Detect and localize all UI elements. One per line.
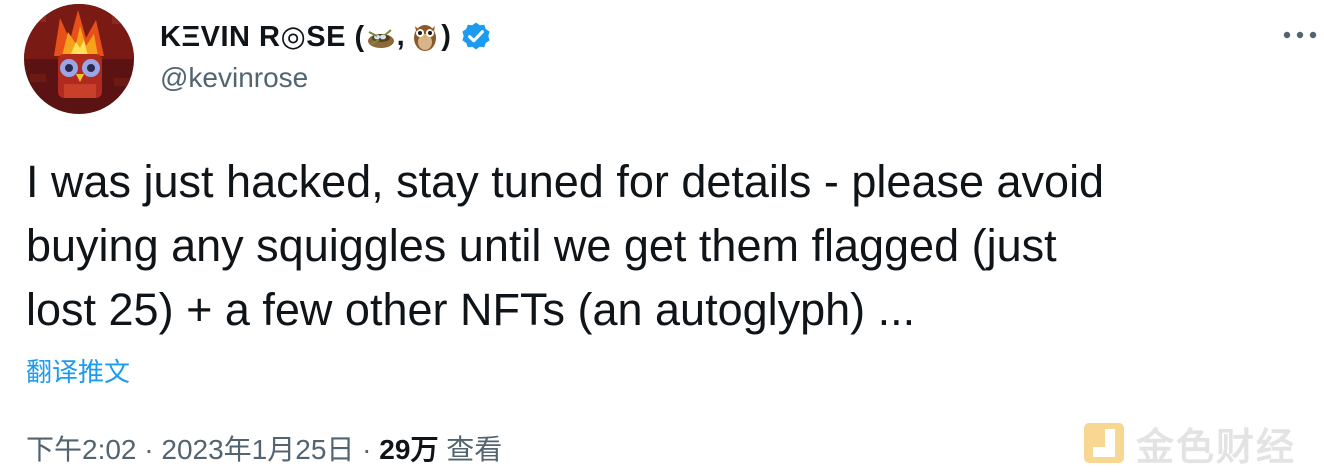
display-name-suffix: ) — [441, 19, 452, 52]
tweet-line-1: I was just hacked, stay tuned for detail… — [26, 156, 1105, 207]
views-count: 29万 — [379, 434, 439, 465]
owl-on-fire-avatar-icon — [24, 4, 134, 114]
tweet-time[interactable]: 下午2:02 — [26, 434, 137, 465]
tweet-date[interactable]: 2023年1月25日 — [161, 434, 354, 465]
owl-icon — [414, 25, 437, 51]
nest-icon — [367, 29, 394, 48]
display-name[interactable]: KΞVIN R◎SE ( , ) — [160, 19, 451, 54]
author-handle[interactable]: @kevinrose — [160, 62, 308, 94]
watermark-text: 金色财经 — [1136, 426, 1297, 469]
tweet-text: I was just hacked, stay tuned for detail… — [26, 150, 1316, 342]
meta-separator: · — [136, 434, 162, 465]
author-name-row[interactable]: KΞVIN R◎SE ( , ) — [160, 16, 493, 56]
watermark-logo-icon — [1084, 423, 1124, 463]
display-name-separator: , — [396, 19, 406, 52]
translate-tweet-link[interactable]: 翻译推文 — [26, 352, 130, 389]
meta-separator: · — [354, 434, 380, 465]
author-avatar[interactable] — [24, 4, 134, 114]
tweet-meta: 下午2:02 · 2023年1月25日 · 29万 查看 — [26, 428, 502, 468]
more-options-icon[interactable] — [1283, 30, 1317, 40]
verified-badge-icon — [462, 22, 490, 50]
display-name-prefix: KΞVIN R◎SE ( — [160, 20, 365, 53]
views-label: 查看 — [438, 434, 503, 465]
watermark: 金色财经 — [1082, 418, 1297, 469]
tweet-line-3: lost 25) + a few other NFTs (an autoglyp… — [26, 284, 916, 335]
tweet-line-2: buying any squiggles until we get them f… — [26, 220, 1057, 271]
